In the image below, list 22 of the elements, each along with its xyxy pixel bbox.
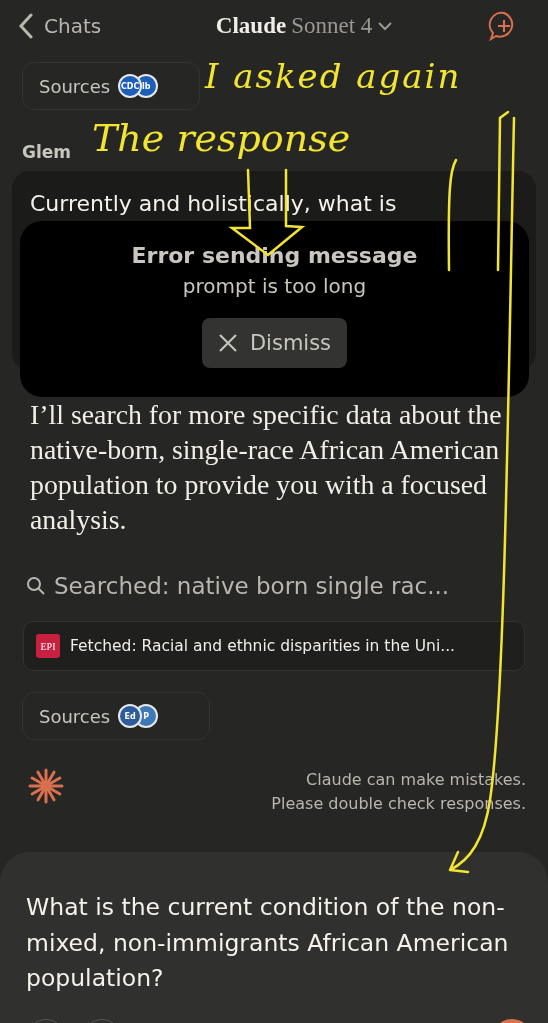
message-input[interactable]: What is the current condition of the non-mixed, non-immigrants African American population?: [0, 852, 548, 1023]
close-icon: [217, 333, 238, 353]
source-logo: Ed: [118, 704, 143, 728]
caret-icon: [377, 21, 394, 31]
fetch-step-card[interactable]: EPI Fetched: Racial and ethnic disparities in the Uni...: [23, 621, 525, 671]
source-logo: CDC: [118, 74, 143, 98]
search-step-text[interactable]: Searched: native born single rac...: [54, 573, 450, 599]
model-selector[interactable]: Claude Sonnet 4: [215, 13, 394, 39]
site-logo: EPI: [36, 634, 60, 658]
sources-button[interactable]: Sources CDC lb: [22, 62, 200, 110]
error-message: prompt is too long: [182, 274, 367, 298]
chevron-left-icon: [18, 13, 34, 39]
user-name: Glem: [22, 142, 72, 162]
sources-button[interactable]: Sources Ed P: [22, 692, 210, 740]
response-text: I’ll search for more specific data about the native-born, single-race African American population to provide you with a focused analysis.: [29, 398, 503, 537]
claude-asterisk-icon: [28, 768, 64, 804]
handwritten-note: The response: [92, 116, 351, 160]
dismiss-button[interactable]: Dismiss: [201, 318, 348, 368]
handwritten-note: I asked again: [205, 56, 462, 96]
search-icon: [26, 576, 46, 596]
error-title: Error sending message: [131, 243, 418, 268]
back-button[interactable]: Chats: [18, 13, 102, 39]
